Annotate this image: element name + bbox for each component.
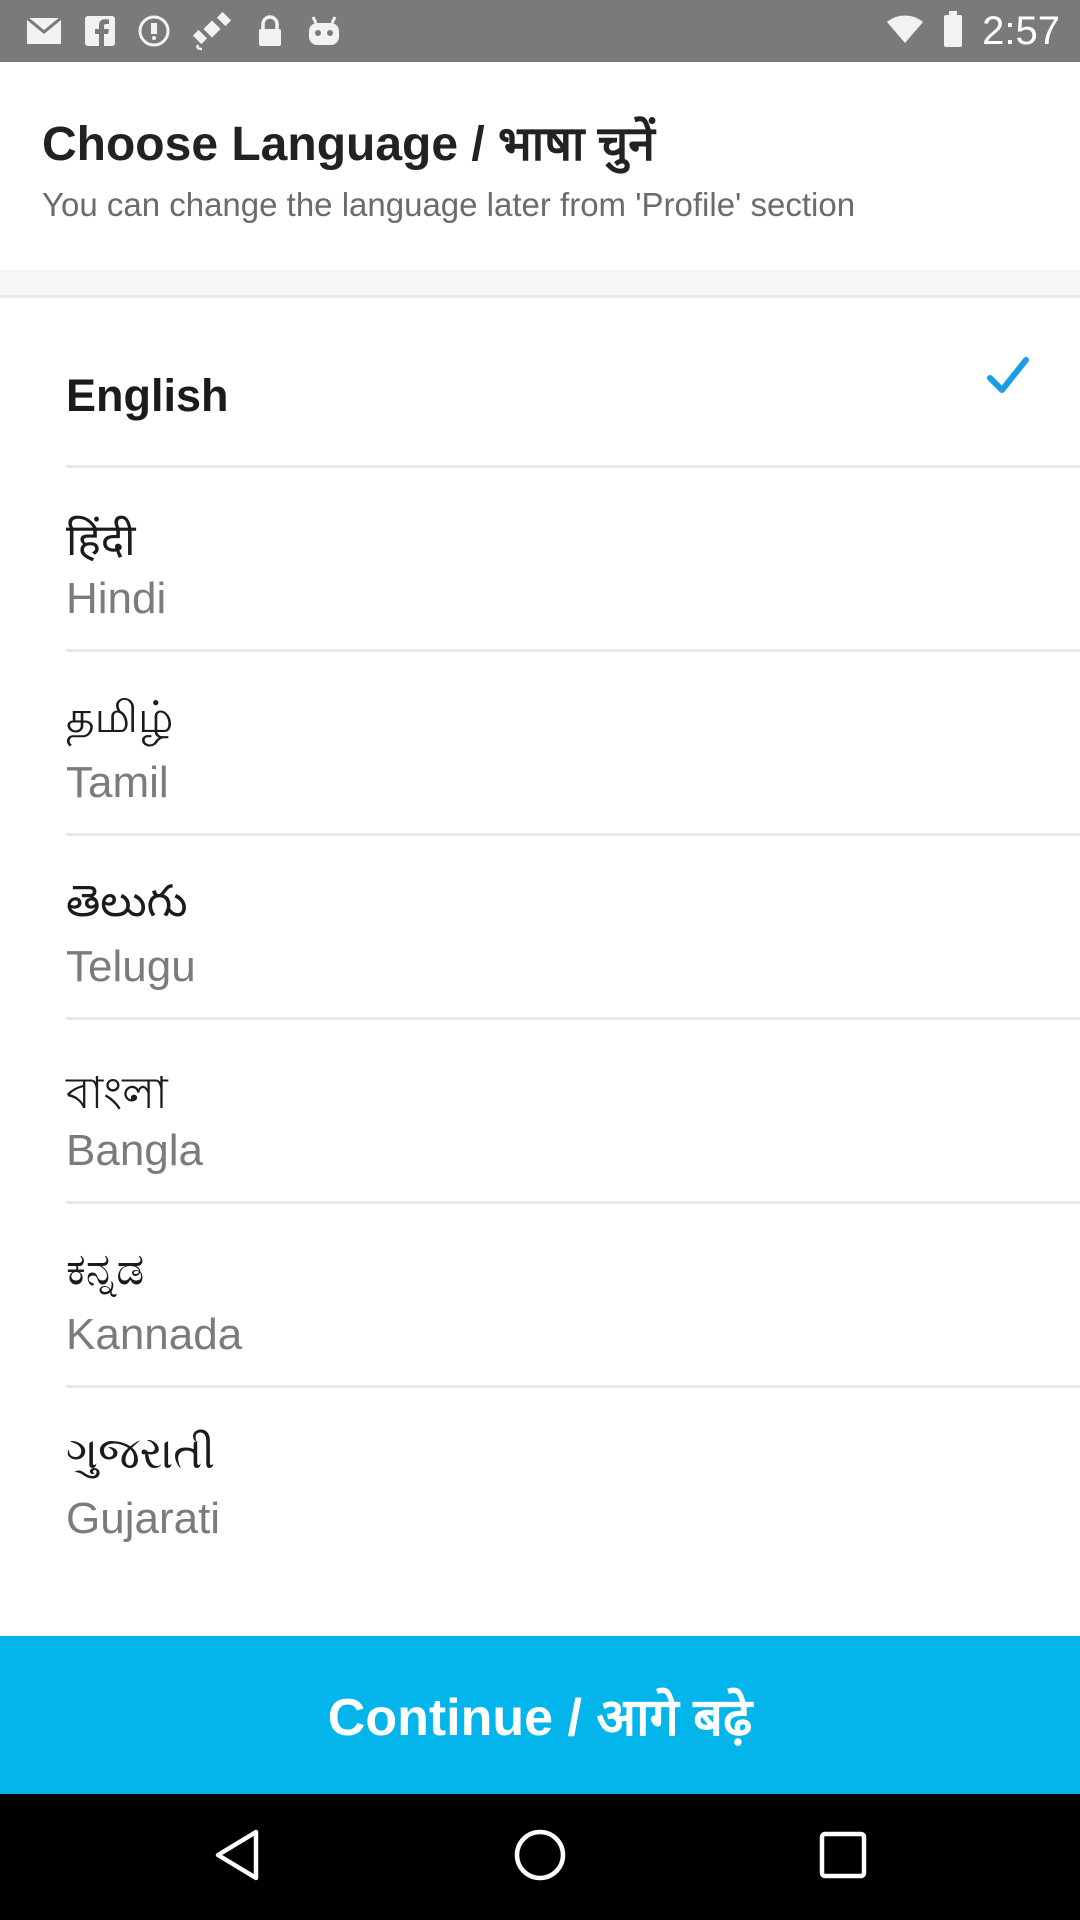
page-subtitle: You can change the language later from '… — [42, 186, 856, 223]
language-native-name: తెలుగు — [66, 876, 188, 927]
back-icon — [212, 1828, 262, 1887]
checkmark-icon — [986, 356, 1030, 401]
language-native-name: हिंदी — [66, 515, 136, 566]
mail-icon — [26, 16, 62, 46]
language-native-name: தமிழ் — [66, 692, 174, 743]
battery-icon — [942, 10, 964, 53]
language-label: Kannada — [66, 1310, 243, 1359]
navigation-bar — [0, 1794, 1080, 1920]
notification-icons — [26, 11, 342, 51]
system-status: 2:57 — [886, 0, 1060, 62]
continue-button[interactable]: Continue / आगे बढ़े — [0, 1636, 1080, 1794]
language-option-hindi[interactable]: हिंदी Hindi — [0, 468, 1080, 652]
language-label: Bangla — [66, 1126, 204, 1175]
continue-button-label: Continue / आगे बढ़े — [327, 1688, 753, 1747]
language-native-name: বাংলা — [66, 1068, 168, 1119]
lock-icon — [256, 14, 284, 48]
facebook-icon — [84, 15, 116, 47]
language-label: Telugu — [66, 942, 196, 991]
back-button[interactable] — [157, 1794, 317, 1920]
section-divider — [0, 270, 1080, 298]
robot-icon — [306, 15, 342, 47]
language-option-english[interactable]: English — [0, 298, 1080, 468]
language-option-telugu[interactable]: తెలుగు Telugu — [0, 836, 1080, 1020]
language-label: English — [66, 370, 229, 421]
wifi-icon — [886, 14, 924, 49]
home-button[interactable] — [460, 1794, 620, 1920]
recent-apps-icon — [818, 1830, 868, 1885]
language-list: English हिंदी Hindi தமிழ் Tamil తెలుగు T… — [0, 298, 1080, 1572]
language-option-tamil[interactable]: தமிழ் Tamil — [0, 652, 1080, 836]
language-option-gujarati[interactable]: ગુજરાતી Gujarati — [0, 1388, 1080, 1572]
language-native-name: ગુજરાતી — [66, 1428, 216, 1479]
language-option-kannada[interactable]: ಕನ್ನಡ Kannada — [0, 1204, 1080, 1388]
language-option-bangla[interactable]: বাংলা Bangla — [0, 1020, 1080, 1204]
language-label: Tamil — [66, 758, 169, 807]
clock: 2:57 — [982, 8, 1060, 53]
language-label: Hindi — [66, 574, 167, 623]
language-header: Choose Language / भाषा चुनें You can cha… — [0, 62, 1080, 270]
satellite-icon — [192, 11, 234, 51]
recent-apps-button[interactable] — [763, 1794, 923, 1920]
page-title: Choose Language / भाषा चुनें — [42, 118, 655, 171]
status-bar: 2:57 — [0, 0, 1080, 62]
cast-icon — [138, 15, 170, 47]
home-icon — [513, 1828, 567, 1887]
language-native-name: ಕನ್ನಡ — [66, 1244, 145, 1295]
language-label: Gujarati — [66, 1494, 221, 1543]
